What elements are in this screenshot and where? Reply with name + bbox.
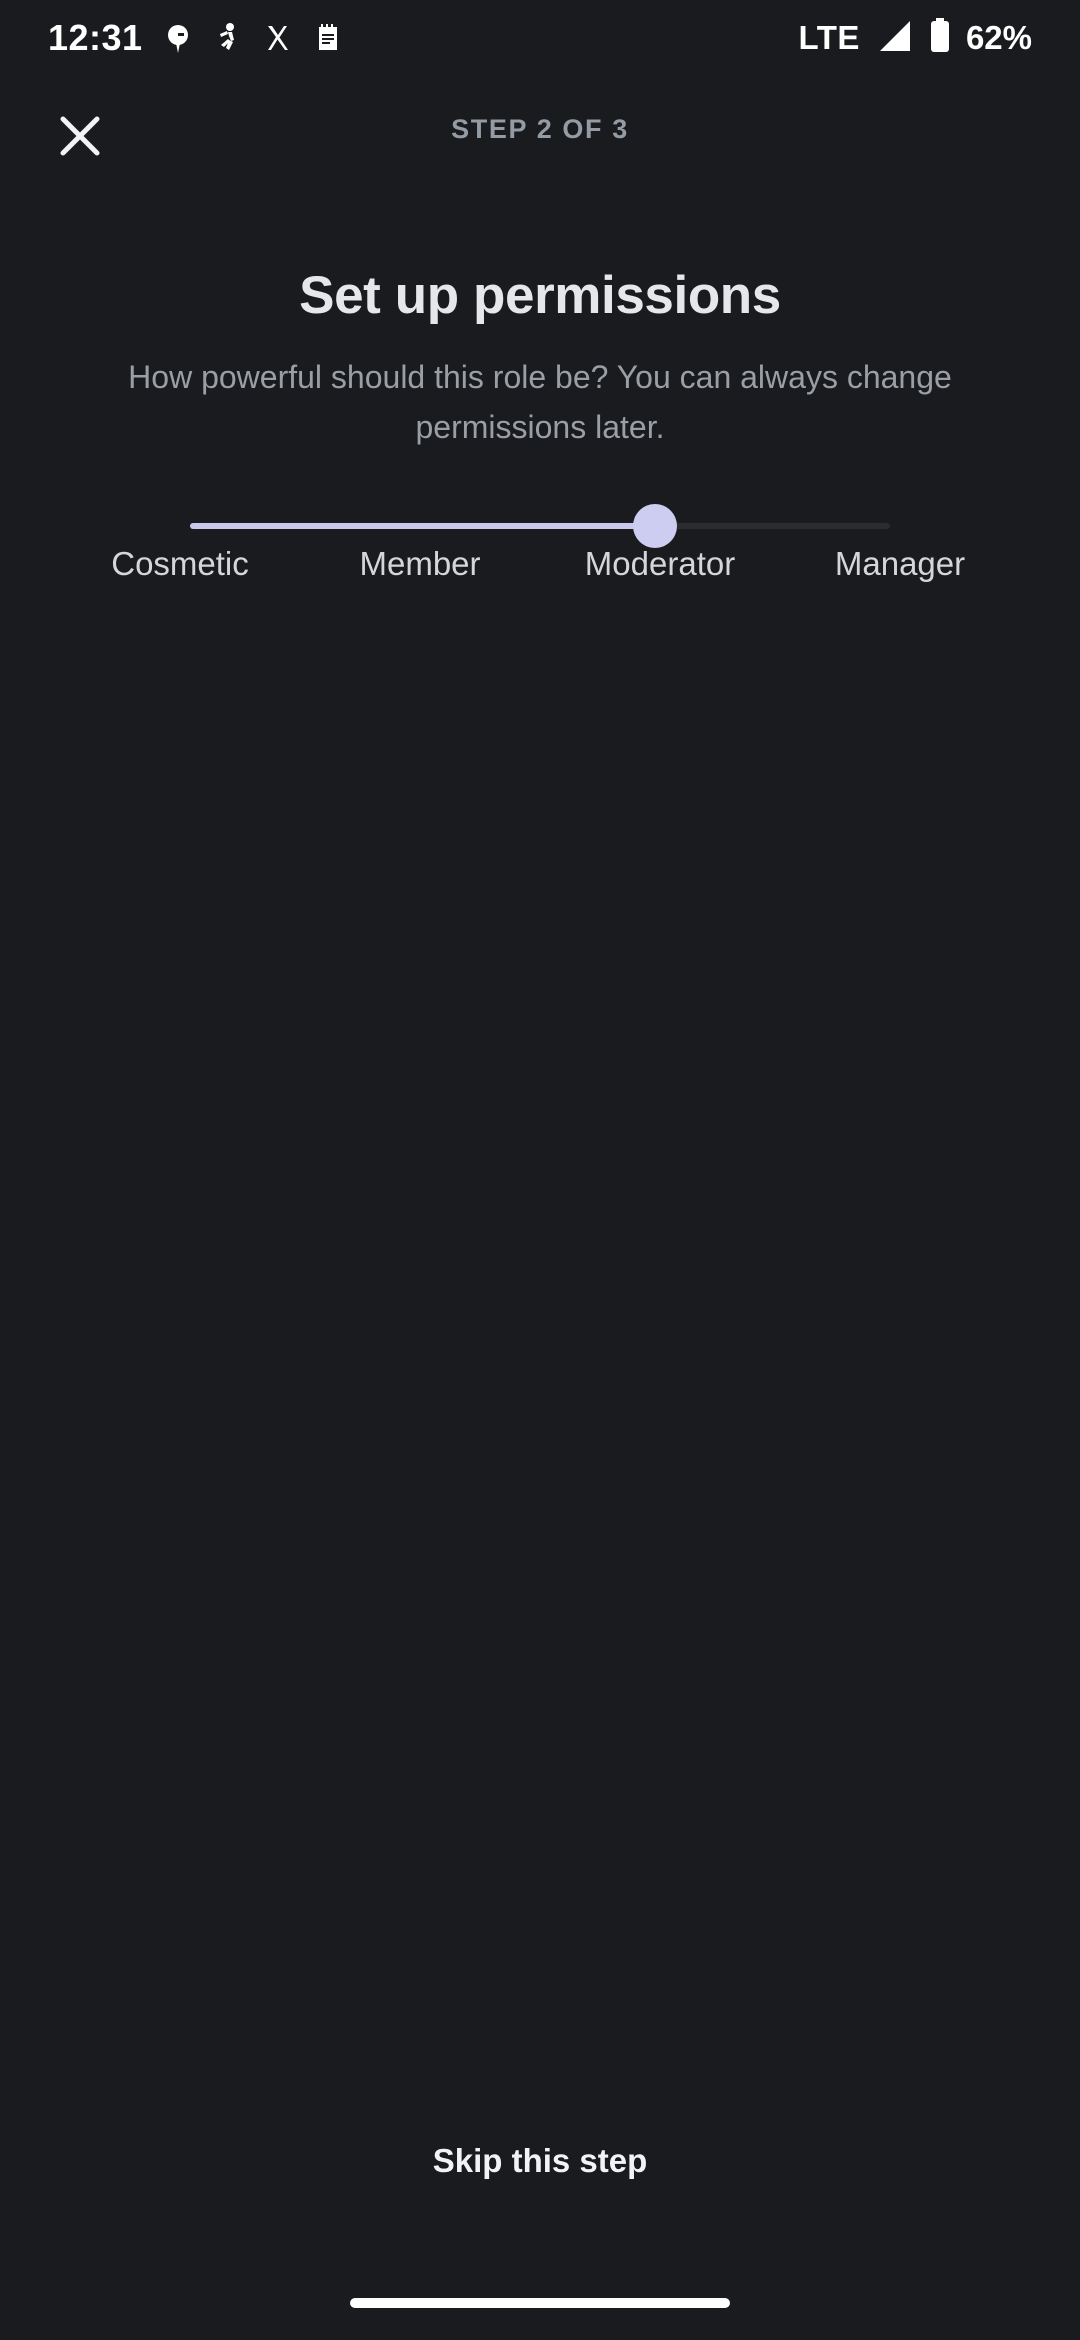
- slider-tier-cosmetic[interactable]: Cosmetic: [60, 545, 300, 583]
- status-bar-notification-icons: [163, 21, 343, 55]
- permission-level-slider[interactable]: [0, 504, 1080, 548]
- home-indicator[interactable]: [350, 2298, 730, 2308]
- slider-tier-member[interactable]: Member: [300, 545, 540, 583]
- slider-tier-manager[interactable]: Manager: [780, 545, 1020, 583]
- status-bar-right: LTE 62%: [798, 17, 1032, 59]
- lightning-bolt-icon: [163, 21, 193, 55]
- battery-percentage-label: 62%: [965, 19, 1032, 56]
- status-bar-clock: 12:31: [48, 17, 143, 58]
- network-type-label: LTE: [798, 19, 860, 56]
- app-screen: 12:31 LTE 62% STEP 2 OF 3 Set up permiss…: [0, 0, 1080, 2340]
- page-subtitle: How powerful should this role be? You ca…: [128, 359, 952, 445]
- slider-thumb[interactable]: [633, 504, 677, 548]
- battery-icon: [928, 17, 952, 59]
- status-bar-left: 12:31: [48, 17, 343, 59]
- notes-icon: [313, 21, 343, 55]
- role-card-carousel: Member Members of the server. Everything…: [0, 668, 1080, 1273]
- slider-track-fill: [190, 523, 655, 529]
- x-app-icon: [263, 21, 293, 55]
- modal-header: STEP 2 OF 3: [0, 76, 1080, 196]
- slider-tier-moderator[interactable]: Moderator: [540, 545, 780, 583]
- signal-bars-icon: [874, 19, 914, 58]
- status-bar: 12:31 LTE 62%: [0, 0, 1080, 76]
- step-indicator: STEP 2 OF 3: [451, 114, 629, 144]
- walking-person-icon: [213, 21, 243, 55]
- skip-step-button[interactable]: Skip this step: [0, 2142, 1080, 2180]
- slider-tier-labels: Cosmetic Member Moderator Manager: [0, 545, 1080, 583]
- page-title: Set up permissions: [299, 266, 781, 325]
